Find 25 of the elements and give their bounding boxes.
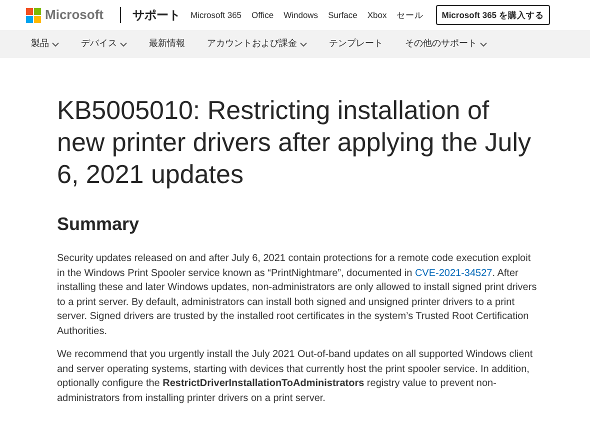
chevron-down-icon	[480, 42, 487, 46]
buy-button[interactable]: Microsoft 365 を購入する	[436, 5, 550, 25]
nav-menu-item[interactable]: その他のサポート	[405, 37, 487, 51]
nav-menu-item[interactable]: 製品	[31, 37, 59, 51]
section-heading: Summary	[57, 213, 140, 236]
header-link[interactable]: Windows	[284, 8, 318, 22]
chevron-down-icon	[120, 42, 127, 46]
nav-menu-item[interactable]: 最新情報	[149, 37, 185, 51]
article-title: KB5005010: Restricting installation of new printer drivers after applying the July 6, 2021 updates	[57, 94, 532, 190]
summary-paragraph: Security updates released on and after July 6, 2021 contain protections for a remote code execution exploit in the Windows Print Spooler service known as “PrintNightmare”, documented in CVE-2021-34527. After installing these and later Windows updates, non-administrators are only allowed to install signed print drivers to a print server. By default, administrators can install both signed and unsigned printer drivers to a print server. Signed drivers are trusted by the installed root certificates in the system’s Trusted Root Certification Authorities.	[57, 252, 538, 338]
recommendation-paragraph: We recommend that you urgently install the July 2021 Out-of-band updates on all supported Windows client and server operating systems, starting with devices that currently host the print spooler service. In addition, optionally configure the RestrictDriverInstallationToAdministrators registry value to prevent non-administrators from installing printer drivers on a print server.	[57, 348, 534, 406]
nav-menu-item[interactable]: テンプレート	[329, 37, 383, 51]
nav-menu-item[interactable]: デバイス	[81, 37, 127, 51]
chevron-down-icon	[52, 42, 59, 46]
header-link[interactable]: Office	[252, 8, 274, 22]
section-title[interactable]: サポート	[132, 6, 180, 24]
header-link[interactable]: セール	[396, 8, 424, 22]
chevron-down-icon	[300, 42, 307, 46]
cve-link[interactable]: CVE-2021-34527	[414, 268, 492, 278]
header-link[interactable]: Microsoft 365	[190, 8, 242, 22]
header-link[interactable]: Xbox	[367, 8, 387, 22]
brand-name[interactable]: Microsoft	[45, 5, 104, 25]
microsoft-logo-icon[interactable]	[26, 8, 41, 22]
header-link[interactable]: Surface	[328, 8, 358, 22]
nav-menu-item[interactable]: アカウントおよび課金	[207, 37, 307, 51]
